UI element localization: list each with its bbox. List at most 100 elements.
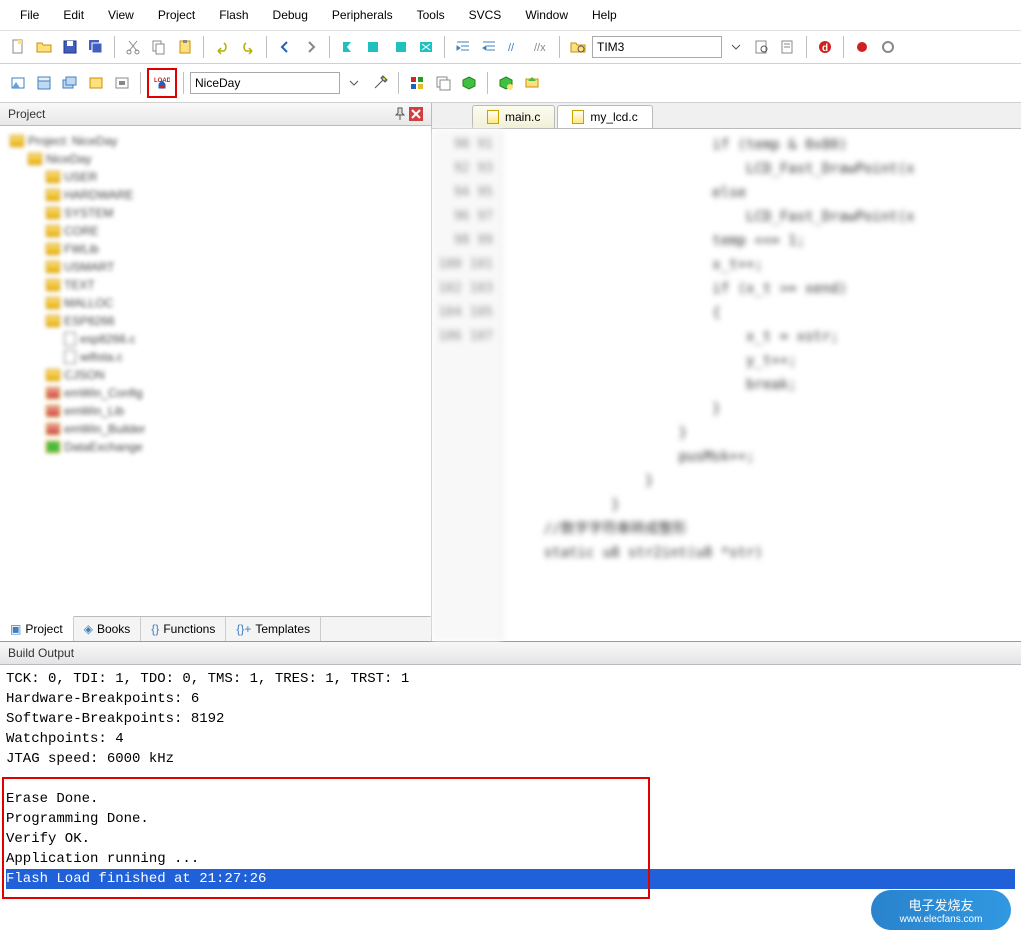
tree-item[interactable]: emWin_Config bbox=[6, 384, 425, 402]
proj-icon bbox=[10, 135, 24, 147]
tree-label: FWLib bbox=[64, 242, 99, 256]
tree-item[interactable]: USMART bbox=[6, 258, 425, 276]
menu-window[interactable]: Window bbox=[513, 4, 580, 26]
tree-item[interactable]: emWin_Builder bbox=[6, 420, 425, 438]
folder-icon bbox=[46, 369, 60, 381]
tree-label: ESP8266 bbox=[64, 314, 115, 328]
tree-label: CORE bbox=[64, 224, 99, 238]
panel-tab-functions[interactable]: {} Functions bbox=[141, 617, 226, 641]
build-line: TCK: 0, TDI: 1, TDO: 0, TMS: 1, TRES: 1,… bbox=[6, 669, 1015, 689]
tree-item[interactable]: Project: NiceDay bbox=[6, 132, 425, 150]
menu-file[interactable]: File bbox=[8, 4, 51, 26]
rebuild-button[interactable] bbox=[58, 71, 82, 95]
manage2-button[interactable] bbox=[431, 71, 455, 95]
project-tree[interactable]: Project: NiceDayNiceDay USER HARDWARE SYSTE… bbox=[0, 126, 431, 616]
menu-help[interactable]: Help bbox=[580, 4, 629, 26]
build-line: Flash Load finished at 21:27:26 bbox=[6, 869, 1015, 889]
panel-tab-templates[interactable]: {}+ Templates bbox=[226, 617, 321, 641]
pack3-button[interactable] bbox=[520, 71, 544, 95]
editor-tab[interactable]: my_lcd.c bbox=[557, 105, 652, 128]
tree-label: DataExchange bbox=[64, 440, 143, 454]
options-button[interactable] bbox=[368, 71, 392, 95]
copy-button[interactable] bbox=[147, 35, 171, 59]
paste-button[interactable] bbox=[173, 35, 197, 59]
code-content[interactable]: if (temp & 0x80) LCD_Fast_DrawPoint(x el… bbox=[502, 129, 1021, 641]
stop-build-button[interactable] bbox=[110, 71, 134, 95]
tree-item[interactable]: NiceDay bbox=[6, 150, 425, 168]
build-line: Hardware-Breakpoints: 6 bbox=[6, 689, 1015, 709]
cut-button[interactable] bbox=[121, 35, 145, 59]
config-select[interactable] bbox=[190, 72, 340, 94]
undo-button[interactable] bbox=[210, 35, 234, 59]
menu-project[interactable]: Project bbox=[146, 4, 207, 26]
menu-edit[interactable]: Edit bbox=[51, 4, 96, 26]
save-button[interactable] bbox=[58, 35, 82, 59]
pin-icon[interactable] bbox=[393, 107, 407, 121]
menu-svcs[interactable]: SVCS bbox=[457, 4, 514, 26]
tree-item[interactable]: TEXT bbox=[6, 276, 425, 294]
search-button[interactable] bbox=[750, 35, 774, 59]
menu-flash[interactable]: Flash bbox=[207, 4, 260, 26]
nav-forward-button[interactable] bbox=[299, 35, 323, 59]
breakpoint-button[interactable] bbox=[850, 35, 874, 59]
tree-label: wifista.c bbox=[80, 350, 123, 364]
code-editor[interactable]: 90 91 92 93 94 95 96 97 98 99 100 101 10… bbox=[432, 129, 1021, 641]
bookmark-button[interactable] bbox=[336, 35, 360, 59]
menu-debug[interactable]: Debug bbox=[261, 4, 320, 26]
tree-label: SYSTEM bbox=[64, 206, 113, 220]
tree-item[interactable]: esp8266.c bbox=[6, 330, 425, 348]
panel-tab-project[interactable]: ▣ Project bbox=[0, 616, 74, 641]
redo-button[interactable] bbox=[236, 35, 260, 59]
comment-button[interactable]: // bbox=[503, 35, 527, 59]
folder-icon bbox=[46, 243, 60, 255]
tree-item[interactable]: HARDWARE bbox=[6, 186, 425, 204]
tree-item[interactable]: DataExchange bbox=[6, 438, 425, 456]
tree-item[interactable]: ESP8266 bbox=[6, 312, 425, 330]
tree-item[interactable]: FWLib bbox=[6, 240, 425, 258]
new-file-button[interactable] bbox=[6, 35, 30, 59]
main-area: Project Project: NiceDayNiceDayUSERHARDW… bbox=[0, 103, 1021, 641]
build-output[interactable]: TCK: 0, TDI: 1, TDO: 0, TMS: 1, TRES: 1,… bbox=[0, 665, 1021, 907]
config-button[interactable] bbox=[776, 35, 800, 59]
bookmark-prev-button[interactable] bbox=[362, 35, 386, 59]
bookmark-next-button[interactable] bbox=[388, 35, 412, 59]
pack2-button[interactable] bbox=[494, 71, 518, 95]
config-dropdown-button[interactable] bbox=[342, 71, 366, 95]
close-panel-icon[interactable] bbox=[409, 107, 423, 121]
debug-button[interactable]: d bbox=[813, 35, 837, 59]
nav-back-button[interactable] bbox=[273, 35, 297, 59]
menu-tools[interactable]: Tools bbox=[405, 4, 457, 26]
breakpoint-disable-button[interactable] bbox=[876, 35, 900, 59]
menu-peripherals[interactable]: Peripherals bbox=[320, 4, 405, 26]
editor-tab[interactable]: main.c bbox=[472, 105, 555, 128]
target-dropdown-button[interactable] bbox=[724, 35, 748, 59]
tree-item[interactable]: emWin_Lib bbox=[6, 402, 425, 420]
watermark: 电子发烧友 www.elecfans.com bbox=[871, 890, 1011, 930]
tree-label: TEXT bbox=[64, 278, 95, 292]
tab-label: main.c bbox=[505, 110, 540, 124]
translate-button[interactable] bbox=[6, 71, 30, 95]
manage-button[interactable] bbox=[405, 71, 429, 95]
tree-item[interactable]: USER bbox=[6, 168, 425, 186]
open-button[interactable] bbox=[32, 35, 56, 59]
target-select[interactable] bbox=[592, 36, 722, 58]
pack-button[interactable] bbox=[457, 71, 481, 95]
tree-item[interactable]: CORE bbox=[6, 222, 425, 240]
indent-button[interactable] bbox=[451, 35, 475, 59]
download-button[interactable]: LOAD bbox=[150, 71, 174, 95]
tree-item[interactable]: SYSTEM bbox=[6, 204, 425, 222]
build-button[interactable] bbox=[32, 71, 56, 95]
tree-item[interactable]: wifista.c bbox=[6, 348, 425, 366]
outdent-button[interactable] bbox=[477, 35, 501, 59]
menu-view[interactable]: View bbox=[96, 4, 146, 26]
tree-label: USER bbox=[64, 170, 97, 184]
watermark-title: 电子发烧友 bbox=[908, 895, 973, 914]
panel-tab-books[interactable]: ◈ Books bbox=[74, 617, 142, 641]
batch-build-button[interactable] bbox=[84, 71, 108, 95]
bookmark-clear-button[interactable] bbox=[414, 35, 438, 59]
find-button[interactable] bbox=[566, 35, 590, 59]
tree-item[interactable]: MALLOC bbox=[6, 294, 425, 312]
save-all-button[interactable] bbox=[84, 35, 108, 59]
tree-item[interactable]: CJSON bbox=[6, 366, 425, 384]
uncomment-button[interactable]: //x bbox=[529, 35, 553, 59]
